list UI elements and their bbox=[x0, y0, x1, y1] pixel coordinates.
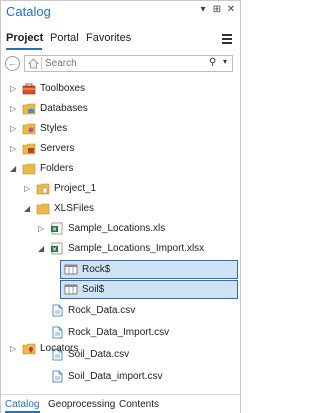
tree-item-label: Sample_Locations_Import.xlsx bbox=[68, 243, 205, 254]
tree-item[interactable]: Rock$ bbox=[60, 260, 238, 279]
title-bar: Catalog ▾ ⊞ ✕ bbox=[1, 1, 240, 23]
tab-portal[interactable]: Portal bbox=[50, 32, 79, 44]
tab-project[interactable]: Project bbox=[6, 32, 43, 44]
collapse-caret-icon[interactable]: ◢ bbox=[38, 244, 46, 254]
tree-item[interactable]: ▷ Databases bbox=[1, 100, 240, 118]
database-icon bbox=[22, 102, 36, 115]
expand-caret-icon[interactable]: ▷ bbox=[24, 184, 32, 194]
search-icon[interactable]: ⚲ bbox=[209, 57, 216, 68]
bottom-tabs: Catalog Geoprocessing Contents bbox=[1, 394, 240, 413]
home-folder-icon bbox=[36, 182, 50, 195]
expand-caret-icon[interactable]: ▷ bbox=[10, 84, 18, 94]
catalog-tabs: Project Portal Favorites bbox=[1, 29, 240, 50]
server-icon bbox=[22, 142, 36, 155]
pane-title: Catalog bbox=[6, 4, 51, 19]
tree-item[interactable]: ◢ Folders bbox=[1, 160, 240, 178]
tree-item[interactable]: Rock_Data.csv bbox=[1, 302, 240, 320]
excel-icon bbox=[50, 222, 64, 235]
tree-item-label: XLSFiles bbox=[54, 203, 95, 214]
menu-icon[interactable] bbox=[222, 34, 232, 46]
excel-icon bbox=[50, 242, 64, 255]
catalog-pane: Catalog ▾ ⊞ ✕ Project Portal Favorites ←… bbox=[0, 0, 241, 413]
tree-item-label: Rock_Data_Import.csv bbox=[68, 327, 170, 338]
csv-file-icon bbox=[50, 304, 64, 317]
tree-item[interactable]: ▷ Servers bbox=[1, 140, 240, 158]
tree-item-label: Soil_Data_import.csv bbox=[68, 371, 163, 382]
tree-item-label: Rock_Data.csv bbox=[68, 305, 136, 316]
expand-caret-icon[interactable]: ▷ bbox=[10, 344, 18, 354]
table-icon bbox=[64, 263, 78, 276]
folder-icon bbox=[22, 162, 36, 175]
tab-favorites[interactable]: Favorites bbox=[86, 32, 131, 44]
tree-item-label: Rock$ bbox=[82, 264, 111, 275]
tree-item[interactable]: Soil_Data_import.csv bbox=[1, 368, 240, 386]
tree-item-label: Project_1 bbox=[54, 183, 97, 194]
tree-item[interactable]: ◢ Sample_Locations_Import.xlsx bbox=[1, 240, 240, 258]
tree-item[interactable]: ◢ XLSFiles bbox=[1, 200, 240, 218]
tree-item[interactable]: ▷ Sample_Locations.xls bbox=[1, 220, 240, 238]
csv-file-icon bbox=[50, 370, 64, 383]
tree-item-label: Soil$ bbox=[82, 284, 105, 295]
back-icon[interactable]: ← bbox=[5, 56, 20, 71]
folder-icon bbox=[36, 202, 50, 215]
search-input[interactable] bbox=[45, 57, 205, 70]
tab-contents[interactable]: Contents bbox=[119, 399, 159, 410]
active-tab-indicator bbox=[6, 48, 42, 50]
table-icon bbox=[64, 283, 78, 296]
tab-geoprocessing[interactable]: Geoprocessing bbox=[48, 399, 115, 410]
tree-item-label: Locators bbox=[40, 343, 79, 354]
collapse-caret-icon[interactable]: ◢ bbox=[10, 164, 18, 174]
collapse-caret-icon[interactable]: ◢ bbox=[24, 204, 32, 214]
tree-item-label: Toolboxes bbox=[40, 83, 86, 94]
locator-icon bbox=[22, 342, 36, 355]
tree-item-label: Styles bbox=[40, 123, 68, 134]
auto-hide-icon[interactable]: ⊞ bbox=[211, 4, 223, 15]
tree-item-label: Sample_Locations.xls bbox=[68, 223, 166, 234]
options-dropdown-icon[interactable]: ▾ bbox=[197, 4, 209, 15]
tree-item-label: Servers bbox=[40, 143, 75, 154]
expand-caret-icon[interactable]: ▷ bbox=[10, 104, 18, 114]
tab-catalog[interactable]: Catalog bbox=[5, 399, 39, 410]
tree-item[interactable]: Soil$ bbox=[60, 280, 238, 299]
toolbox-icon bbox=[22, 82, 36, 95]
tree-item[interactable]: ▷ Project_1 bbox=[1, 180, 240, 198]
tree-item[interactable]: ▷ Styles bbox=[1, 120, 240, 138]
tree-item-label: Folders bbox=[40, 163, 74, 174]
search-row: ← ⚲ ▾ bbox=[1, 54, 240, 74]
search-separator bbox=[41, 57, 42, 70]
expand-caret-icon[interactable]: ▷ bbox=[38, 224, 46, 234]
search-options-icon[interactable]: ▾ bbox=[223, 57, 227, 66]
tree-item[interactable]: ▷ Locators bbox=[1, 340, 240, 358]
expand-caret-icon[interactable]: ▷ bbox=[10, 144, 18, 154]
expand-caret-icon[interactable]: ▷ bbox=[10, 124, 18, 134]
tree-item-label: Databases bbox=[40, 103, 88, 114]
csv-file-icon bbox=[50, 326, 64, 339]
search-box: ⚲ ▾ bbox=[24, 55, 233, 72]
styles-icon bbox=[22, 122, 36, 135]
close-icon[interactable]: ✕ bbox=[225, 4, 237, 15]
tree-item[interactable]: ▷ Toolboxes bbox=[1, 80, 240, 98]
home-icon[interactable] bbox=[28, 58, 39, 69]
